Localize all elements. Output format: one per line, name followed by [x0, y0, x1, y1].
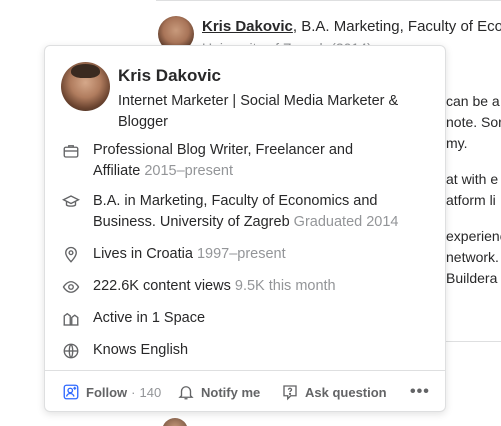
ask-question-button[interactable]: Ask question	[281, 380, 387, 404]
notify-label: Notify me	[201, 384, 261, 400]
eye-icon	[61, 277, 81, 297]
credential-meta: 1997–present	[196, 246, 286, 262]
credential-education: B.A. in Marketing, Faculty of Economics …	[61, 191, 413, 233]
answer-text-fragment: note. Sor	[446, 114, 501, 130]
credential-meta: Graduated 2014	[293, 214, 399, 230]
credential-employment: Professional Blog Writer, Freelancer and…	[61, 140, 393, 182]
follower-count: 140	[139, 384, 162, 400]
profile-actions: Follow · 140 Notify me Ask question •••	[45, 370, 445, 413]
credential-main: 222.6K content views	[93, 278, 231, 294]
answer-text-fragment: atform li	[446, 192, 496, 208]
spaces-icon	[61, 309, 81, 329]
graduation-cap-icon	[61, 192, 81, 212]
profile-name[interactable]: Kris Dakovic	[118, 66, 221, 86]
follow-button[interactable]: Follow · 140	[62, 380, 161, 404]
bell-icon	[177, 383, 195, 401]
credential-meta: 2015–present	[144, 163, 234, 179]
ask-label: Ask question	[305, 384, 387, 400]
globe-icon	[61, 341, 81, 361]
follow-label: Follow	[86, 384, 128, 400]
feed-divider	[446, 341, 501, 342]
notify-me-button[interactable]: Notify me	[177, 380, 260, 404]
credential-main: Lives in Croatia	[93, 246, 193, 262]
answer-text-fragment: at with e	[446, 171, 499, 187]
credential-meta: 9.5K this month	[234, 278, 336, 294]
credential-location: Lives in Croatia 1997–present	[61, 244, 286, 265]
answer-text-fragment: network.	[446, 249, 499, 265]
profile-hover-card: Kris Dakovic Internet Marketer | Social …	[44, 45, 446, 412]
profile-avatar[interactable]	[61, 62, 110, 111]
follow-separator: ·	[131, 384, 136, 400]
answer-text-fragment: my.	[446, 135, 468, 151]
feed-divider	[156, 0, 501, 1]
credential-spaces: Active in 1 Space	[61, 308, 205, 329]
follow-user-icon	[62, 383, 80, 401]
credential-main[interactable]: Active in 1 Space	[93, 310, 205, 326]
more-icon: •••	[410, 383, 430, 400]
answer-text-fragment: experienc	[446, 228, 501, 244]
answer-text-fragment: Buildera	[446, 270, 498, 286]
location-pin-icon	[61, 245, 81, 265]
briefcase-icon	[61, 141, 81, 161]
answer-text-fragment: can be a	[446, 93, 500, 109]
profile-bio: Internet Marketer | Social Media Markete…	[118, 93, 399, 130]
author-name-link[interactable]: Kris Dakovic	[202, 18, 293, 35]
more-options-button[interactable]: •••	[410, 380, 430, 404]
next-author-avatar[interactable]	[162, 418, 188, 426]
author-credential: , B.A. Marketing, Faculty of Econo	[292, 18, 501, 35]
answer-author-line: Kris Dakovic, B.A. Marketing, Faculty of…	[202, 18, 501, 35]
credential-main: Knows English	[93, 342, 189, 358]
question-bubble-icon	[281, 383, 299, 401]
credential-language: Knows English	[61, 340, 188, 361]
credential-views: 222.6K content views 9.5K this month	[61, 276, 336, 297]
